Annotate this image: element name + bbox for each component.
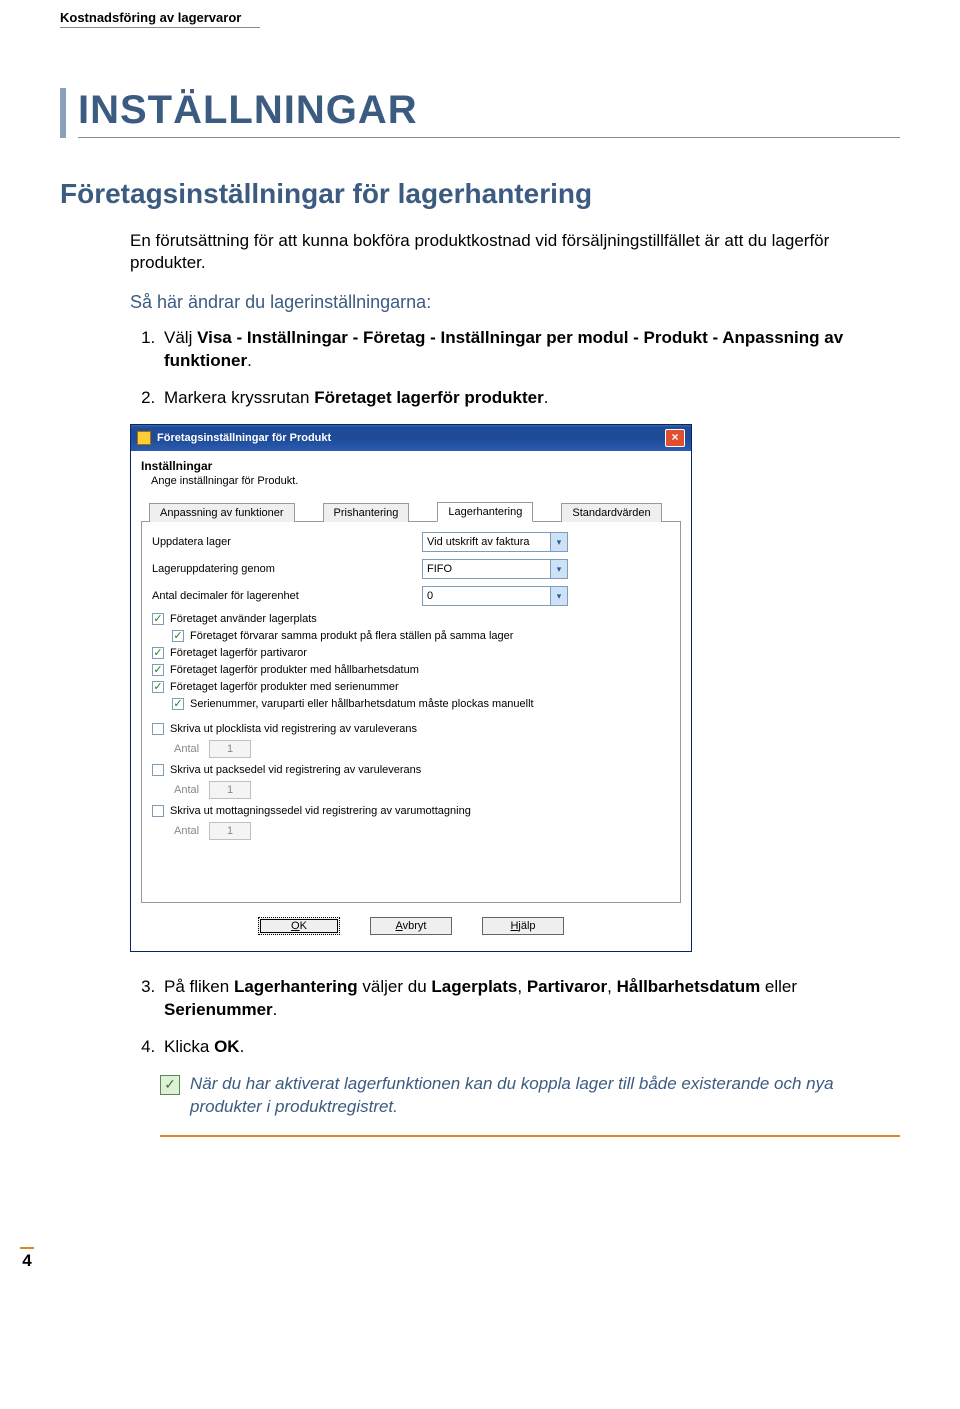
cancel-button[interactable]: Avbryt <box>370 917 452 935</box>
tab-anpassning[interactable]: Anpassning av funktioner <box>149 503 295 522</box>
chevron-down-icon: ▾ <box>550 560 567 578</box>
divider <box>160 1135 900 1137</box>
dialog-title: Företagsinställningar för Produkt <box>157 432 331 444</box>
check-flera-stallen[interactable]: ✓Företaget förvarar samma produkt på fle… <box>172 630 670 642</box>
check-partivaror[interactable]: ✓Företaget lagerför partivaror <box>152 647 670 659</box>
sub-heading: Så här ändrar du lagerinställningarna: <box>130 292 900 313</box>
title-block: INSTÄLLNINGAR <box>60 88 900 138</box>
dialog-subtext: Ange inställningar för Produkt. <box>151 475 681 487</box>
label-lageruppdatering: Lageruppdatering genom <box>152 563 422 575</box>
step-3: På fliken Lagerhantering väljer du Lager… <box>160 976 900 1022</box>
intro-paragraph: En förutsättning för att kunna bokföra p… <box>130 230 900 274</box>
settings-dialog: Företagsinställningar för Produkt × Inst… <box>130 424 692 952</box>
combo-decimaler[interactable]: 0 ▾ <box>422 586 568 606</box>
doc-header: Kostnadsföring av lagervaror <box>60 10 260 28</box>
note-block: ✓ När du har aktiverat lagerfunktionen k… <box>160 1073 900 1119</box>
check-mottagningssedel[interactable]: Skriva ut mottagningssedel vid registrer… <box>152 805 670 817</box>
app-icon <box>137 431 151 445</box>
page-number: 4 <box>20 1247 34 1271</box>
check-packsedel[interactable]: Skriva ut packsedel vid registrering av … <box>152 764 670 776</box>
chevron-down-icon: ▾ <box>550 533 567 551</box>
antal-packsedel: Antal1 <box>174 781 670 799</box>
section-heading: Företagsinställningar för lagerhantering <box>60 178 900 210</box>
step-4: Klicka OK. <box>160 1036 900 1059</box>
help-button[interactable]: Hjälp <box>482 917 564 935</box>
check-serienummer[interactable]: ✓Företaget lagerför produkter med serien… <box>152 681 670 693</box>
page-title: INSTÄLLNINGAR <box>78 88 900 133</box>
note-text: När du har aktiverat lagerfunktionen kan… <box>190 1073 900 1119</box>
tab-panel: Uppdatera lager Vid utskrift av faktura … <box>141 522 681 903</box>
tab-standardvarden[interactable]: Standardvärden <box>561 503 661 522</box>
label-decimaler: Antal decimaler för lagerenhet <box>152 590 422 602</box>
dialog-titlebar: Företagsinställningar för Produkt × <box>131 425 691 451</box>
label-uppdatera-lager: Uppdatera lager <box>152 536 422 548</box>
dialog-heading: Inställningar <box>141 459 681 473</box>
check-plockas-manuellt[interactable]: ✓Serienummer, varuparti eller hållbarhet… <box>172 698 670 710</box>
check-lagerplats[interactable]: ✓Företaget använder lagerplats <box>152 613 670 625</box>
ok-button[interactable]: OK <box>258 917 340 935</box>
combo-uppdatera-lager[interactable]: Vid utskrift av faktura ▾ <box>422 532 568 552</box>
tabs: Anpassning av funktioner Prishantering L… <box>141 497 681 522</box>
chevron-down-icon: ▾ <box>550 587 567 605</box>
step-1: Välj Visa - Inställningar - Företag - In… <box>160 327 900 373</box>
antal-plocklista: Antal1 <box>174 740 670 758</box>
checkmark-icon: ✓ <box>160 1075 180 1095</box>
close-button[interactable]: × <box>665 429 685 447</box>
check-plocklista[interactable]: Skriva ut plocklista vid registrering av… <box>152 723 670 735</box>
antal-mottagningssedel: Antal1 <box>174 822 670 840</box>
tab-lagerhantering[interactable]: Lagerhantering <box>437 502 533 522</box>
combo-lageruppdatering[interactable]: FIFO ▾ <box>422 559 568 579</box>
step-2: Markera kryssrutan Företaget lagerför pr… <box>160 387 900 410</box>
steps-list-cont: På fliken Lagerhantering väljer du Lager… <box>130 976 900 1059</box>
button-row: OK Avbryt Hjälp <box>141 903 681 945</box>
steps-list: Välj Visa - Inställningar - Företag - In… <box>130 327 900 410</box>
tab-prishantering[interactable]: Prishantering <box>323 503 410 522</box>
check-hallbarhetsdatum[interactable]: ✓Företaget lagerför produkter med hållba… <box>152 664 670 676</box>
